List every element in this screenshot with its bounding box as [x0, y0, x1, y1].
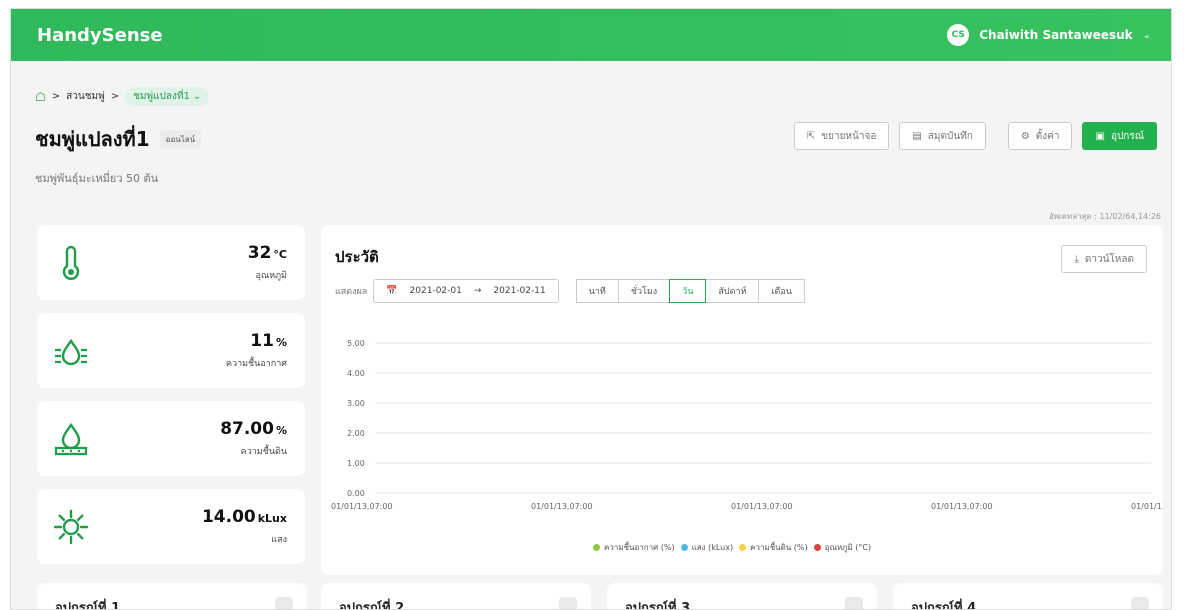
- page-subtitle: ชมพู่พันธุ์มะเหมี่ยว 50 ต้น: [35, 172, 159, 185]
- y-tick-label: 5.00: [347, 339, 365, 348]
- y-tick-label: 3.00: [347, 399, 365, 408]
- user-name: Chaiwith Santaweesuk: [979, 28, 1133, 42]
- sensor-unit: %: [275, 424, 287, 437]
- device-name: อุปกรณ์ที่ 1: [55, 601, 121, 610]
- x-tick-label: 01/01/13,07:00: [531, 502, 593, 511]
- device-status-icon: [1131, 597, 1149, 609]
- legend-dot-icon: [680, 544, 688, 551]
- soil-moisture-icon: [54, 422, 88, 456]
- settings-button[interactable]: ⚙ ตั้งค่า: [1007, 122, 1073, 150]
- tab-day[interactable]: วัน: [669, 279, 707, 303]
- breadcrumb-separator: >: [51, 91, 61, 102]
- status-badge: ออนไลน์: [159, 129, 202, 149]
- breadcrumb-current-plot[interactable]: ชมพู่แปลงที่1 ⌄: [125, 87, 210, 106]
- sensor-value: 11: [250, 331, 274, 351]
- legend-label: อุณหภูมิ (°C): [824, 543, 872, 552]
- page-title: ชมพู่แปลงที่1: [35, 127, 150, 151]
- sensor-label: ความชื้นอากาศ: [226, 359, 287, 369]
- y-tick-label: 2.00: [347, 429, 365, 438]
- devices-button[interactable]: ▣ อุปกรณ์: [1082, 122, 1157, 150]
- device-name: อุปกรณ์ที่ 2: [339, 601, 405, 610]
- last-updated: อัพเดทล่าสุด : 11/02/64,14:26: [1048, 212, 1161, 221]
- sensor-label: อุณหภูมิ: [255, 271, 287, 281]
- legend-item[interactable]: แสง (kLux): [680, 541, 734, 554]
- device-icon: ▣: [1095, 130, 1105, 142]
- history-panel: ประวัติ ⤓ ดาวน์โหลด แสดงผล 📅 2021-02-01 …: [321, 225, 1163, 575]
- expand-icon: ⇱: [806, 130, 816, 142]
- x-tick-label: 01/01/13,07:00: [331, 502, 393, 511]
- history-chart: 5.00 4.00 3.00 2.00 1.00 0.00 01/01/13,07:00 0…: [331, 339, 1163, 511]
- device-name: อุปกรณ์ที่ 4: [911, 601, 977, 610]
- legend-item[interactable]: อุณหภูมิ (°C): [813, 541, 872, 554]
- y-tick-label: 0.00: [347, 489, 365, 498]
- sensor-card-light: 14.00 kLux แสง: [37, 489, 305, 564]
- home-icon[interactable]: ☖: [35, 90, 46, 104]
- x-tick-label: 01/01/13,(: [1131, 502, 1163, 511]
- avatar: CS: [947, 24, 970, 46]
- legend-item[interactable]: ความชื้นอากาศ (%): [593, 541, 675, 554]
- sensor-card-air-humidity: 11% ความชื้นอากาศ: [37, 313, 305, 388]
- user-menu[interactable]: CS Chaiwith Santaweesuk ⌄: [947, 24, 1151, 46]
- y-tick-label: 1.00: [347, 459, 365, 468]
- chevron-down-icon: ⌄: [1142, 29, 1151, 41]
- sensor-unit: %: [275, 336, 287, 349]
- sensor-unit: kLux: [257, 512, 287, 525]
- device-card[interactable]: อุปกรณ์ที่ 1: [37, 583, 307, 610]
- top-bar: HandySense CS Chaiwith Santaweesuk ⌄: [11, 9, 1171, 61]
- device-status-icon: [559, 597, 577, 609]
- sensor-card-temperature: 32 °C อุณหภูมิ: [37, 225, 305, 300]
- legend-item[interactable]: ความชื้นดิน (%): [739, 541, 808, 554]
- x-tick-label: 01/01/13,07:00: [931, 502, 993, 511]
- sensor-label: แสง: [271, 535, 287, 545]
- legend-dot-icon: [739, 544, 747, 551]
- thermometer-icon: [62, 245, 80, 280]
- legend-dot-icon: [813, 544, 821, 551]
- sensor-unit: °C: [273, 248, 287, 261]
- sun-icon: [53, 509, 89, 545]
- device-status-icon: [845, 597, 863, 609]
- device-card[interactable]: อุปกรณ์ที่ 4: [893, 583, 1163, 610]
- breadcrumb: ☖ > สวนชมพู่ > ชมพู่แปลงที่1 ⌄: [35, 87, 210, 106]
- legend-label: ความชื้นดิน (%): [750, 543, 808, 552]
- sensor-card-soil-moisture: 87.00% ความชื้นดิน: [37, 401, 305, 476]
- notebook-icon: ▤: [912, 130, 922, 142]
- x-tick-label: 01/01/13,07:00: [731, 502, 793, 511]
- sensor-value: 87.00: [220, 419, 274, 439]
- breadcrumb-item-garden[interactable]: สวนชมพู่: [66, 89, 105, 104]
- page-actions: ⇱ ขยายหน้าจอ ▤ สมุดบันทึก ⚙ ตั้งค่า ▣ อุ…: [793, 122, 1157, 150]
- sensor-value: 14.00: [201, 507, 256, 527]
- y-tick-label: 4.00: [347, 369, 365, 378]
- chart-legend: ความชื้นอากาศ (%) แสง (kLux) ความชื้นดิน (…: [593, 541, 871, 554]
- sensor-label: ความชื้นดิน: [240, 447, 287, 457]
- brand-logo[interactable]: HandySense: [37, 25, 163, 46]
- fullscreen-button[interactable]: ⇱ ขยายหน้าจอ: [793, 122, 890, 150]
- legend-label: แสง (kLux): [691, 543, 734, 552]
- app-frame: HandySense CS Chaiwith Santaweesuk ⌄ ☖ >…: [10, 8, 1172, 610]
- device-status-icon: [275, 597, 293, 609]
- device-card[interactable]: อุปกรณ์ที่ 3: [607, 583, 877, 610]
- air-humidity-icon: [55, 338, 87, 366]
- legend-dot-icon: [593, 544, 600, 551]
- legend-label: ความชื้นอากาศ (%): [604, 543, 675, 552]
- notebook-button[interactable]: ▤ สมุดบันทึก: [899, 122, 986, 150]
- breadcrumb-separator: >: [110, 91, 120, 102]
- sensor-value: 32: [247, 243, 272, 263]
- device-name: อุปกรณ์ที่ 3: [625, 601, 691, 610]
- device-card[interactable]: อุปกรณ์ที่ 2: [321, 583, 591, 610]
- gear-icon: ⚙: [1020, 130, 1030, 142]
